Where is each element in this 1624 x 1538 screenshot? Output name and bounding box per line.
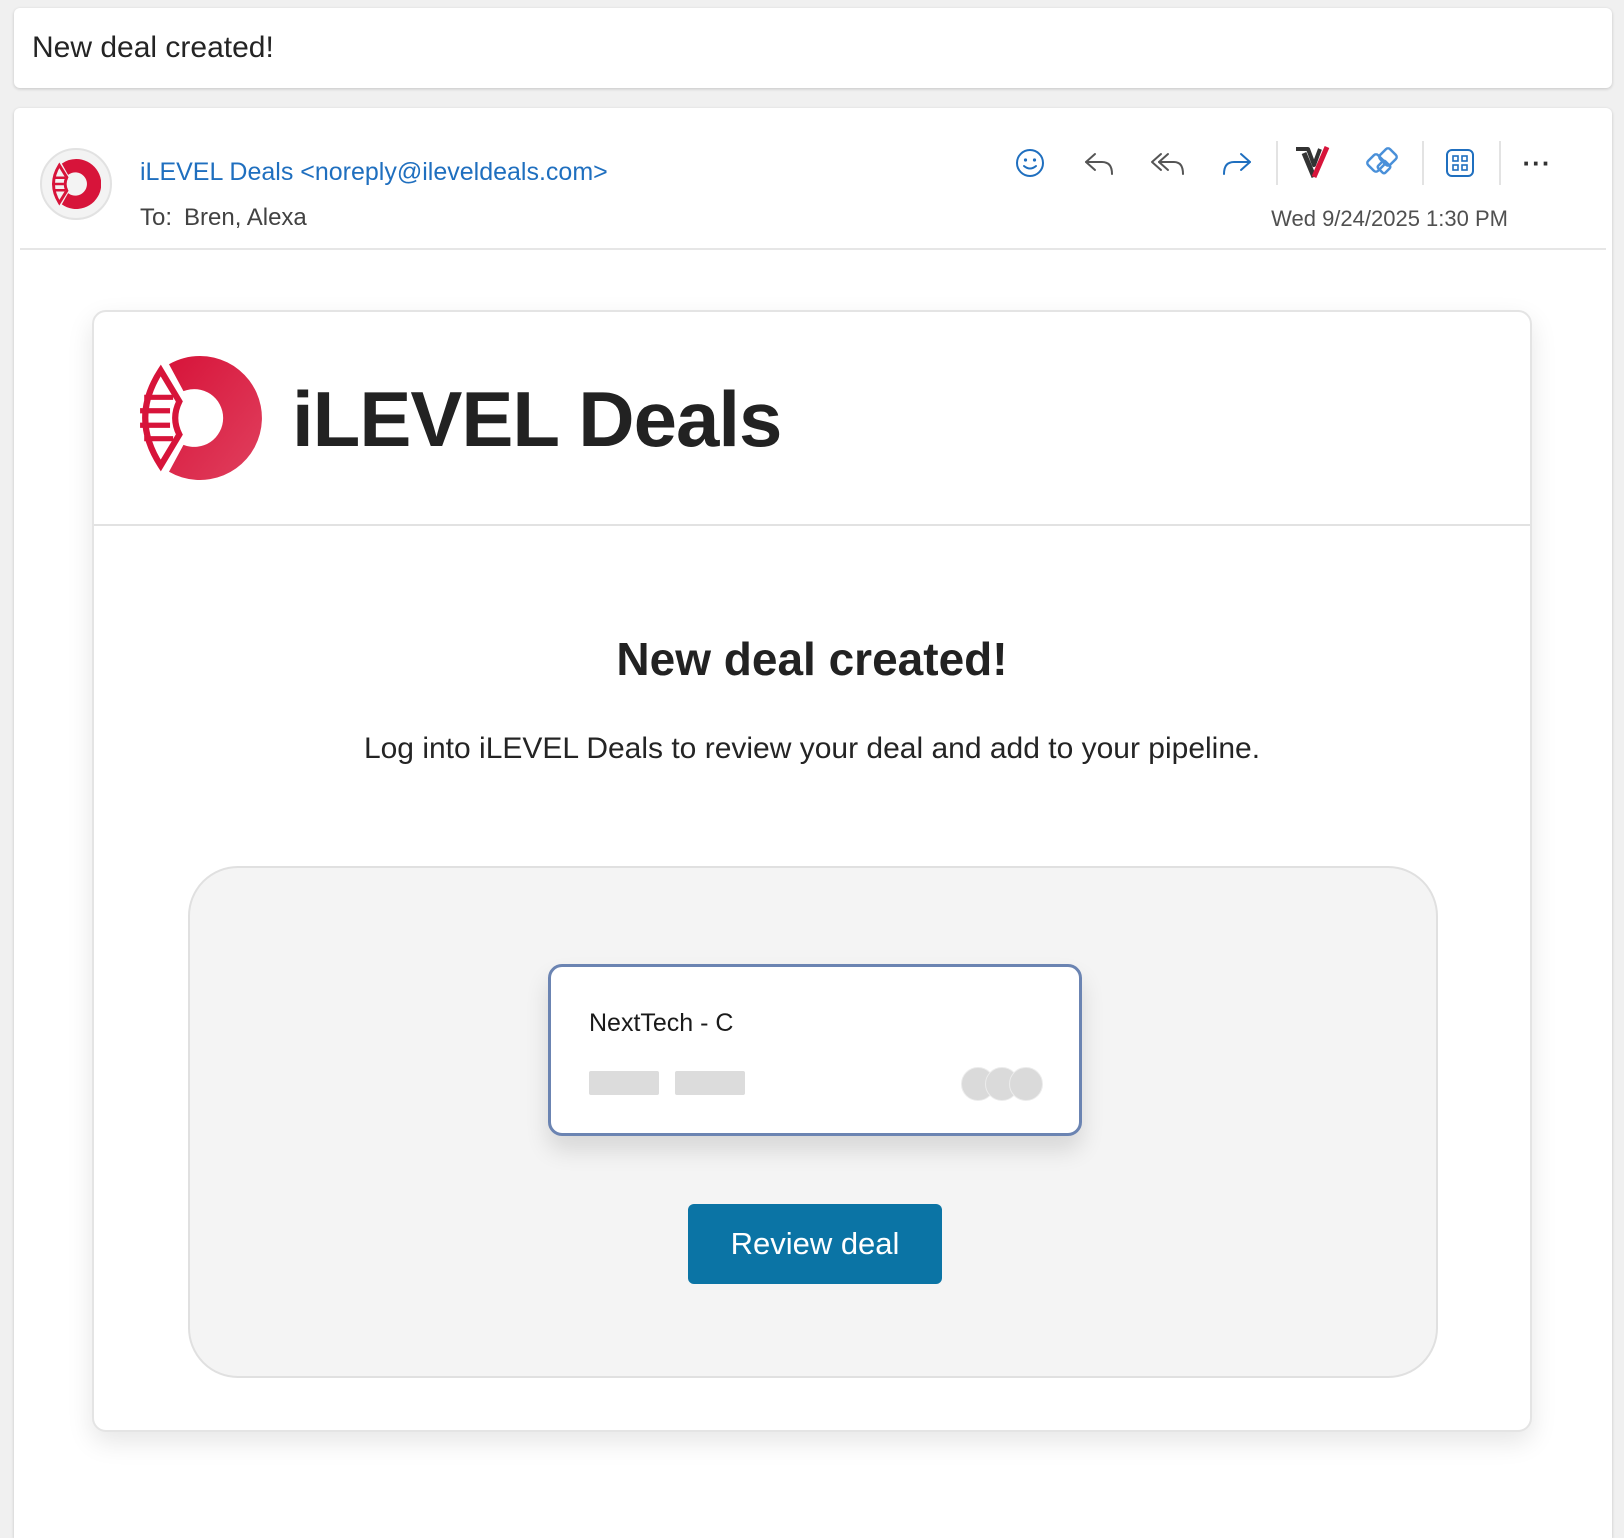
subject-bar: New deal created!: [14, 8, 1612, 88]
toolbar-divider: [1499, 141, 1501, 185]
brand-header: iLEVEL Deals: [94, 312, 1530, 526]
sender-avatar[interactable]: [40, 148, 112, 220]
apps-button[interactable]: [1434, 139, 1486, 187]
email-body-card: iLEVEL Deals New deal created! Log into …: [92, 310, 1532, 1432]
deal-preview-panel: NextTech - C Review deal: [188, 866, 1438, 1378]
message-header: iLEVEL Deals <noreply@ileveldeals.com> T…: [14, 108, 1612, 250]
placeholder-avatar: [1009, 1067, 1043, 1101]
deal-title: NextTech - C: [589, 1009, 734, 1037]
forward-icon: [1223, 153, 1251, 175]
email-headline: New deal created!: [616, 633, 1008, 685]
to-label: To:: [140, 204, 173, 231]
reply-all-icon: [1151, 153, 1184, 175]
more-actions-button[interactable]: ···: [1511, 139, 1563, 187]
recipients[interactable]: Bren, Alexa: [184, 204, 307, 231]
toolbar-divider: [1422, 141, 1424, 185]
sent-timestamp: Wed 9/24/2025 1:30 PM: [1271, 206, 1508, 231]
reply-all-button[interactable]: [1142, 139, 1194, 187]
apps-icon: [1446, 149, 1474, 177]
more-icon: ···: [1522, 147, 1552, 178]
brand-name: iLEVEL Deals: [292, 375, 782, 463]
header-divider: [20, 248, 1606, 250]
deal-card: NextTech - C: [548, 964, 1082, 1136]
placeholder-tag: [589, 1071, 659, 1095]
reading-pane: iLEVEL Deals <noreply@ileveldeals.com> T…: [14, 108, 1612, 1538]
forward-button[interactable]: [1211, 139, 1263, 187]
sender-address[interactable]: iLEVEL Deals <noreply@ileveldeals.com>: [140, 158, 608, 187]
ilevel-logo-icon: [140, 356, 262, 480]
email-subtext: Log into iLEVEL Deals to review your dea…: [363, 732, 1261, 765]
email-subject: New deal created!: [32, 31, 274, 64]
ilevel-logo-icon: [52, 159, 101, 209]
reply-icon: [1085, 153, 1113, 175]
react-button[interactable]: [1004, 139, 1056, 187]
addin-v-button[interactable]: [1288, 139, 1340, 187]
loop-icon: [1366, 147, 1398, 175]
message-toolbar: ···: [1004, 138, 1580, 188]
placeholder-tag: [675, 1071, 745, 1095]
loop-button[interactable]: [1357, 139, 1409, 187]
toolbar-divider: [1276, 141, 1278, 185]
addin-v-icon: [1296, 146, 1330, 178]
smiley-icon: [1016, 149, 1044, 177]
reply-button[interactable]: [1073, 139, 1125, 187]
recipients-line: To: Bren, Alexa: [140, 204, 307, 232]
review-deal-button[interactable]: Review deal: [688, 1204, 942, 1284]
